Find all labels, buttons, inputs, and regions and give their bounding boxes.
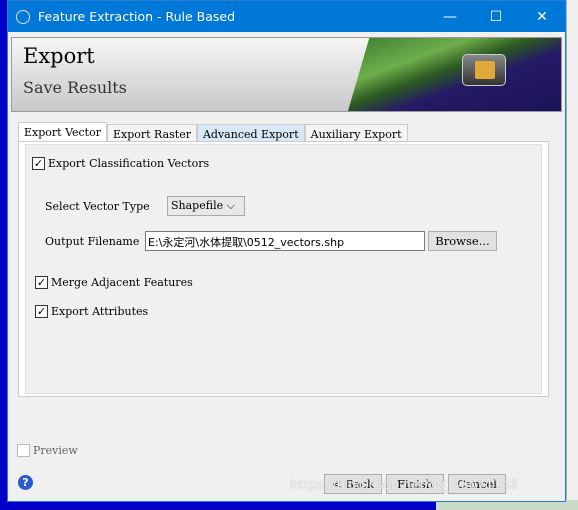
- preview-checkbox[interactable]: Preview: [17, 444, 78, 457]
- vector-type-label: Select Vector Type: [45, 200, 150, 213]
- checkbox-label: Export Classification Vectors: [48, 157, 210, 170]
- merge-adjacent-features-checkbox[interactable]: ✓ Merge Adjacent Features: [35, 276, 193, 289]
- export-classification-vectors-checkbox[interactable]: ✓ Export Classification Vectors: [32, 157, 209, 170]
- export-attributes-checkbox[interactable]: ✓ Export Attributes: [35, 305, 148, 318]
- checkbox-label: Preview: [33, 444, 78, 457]
- page-subtitle: Save Results: [23, 78, 127, 97]
- tab-advanced-export[interactable]: Advanced Export: [196, 124, 305, 142]
- folder-icon: [462, 54, 506, 86]
- checkbox-checked-icon: ✓: [35, 276, 48, 289]
- background-window: [566, 0, 578, 510]
- tab-panel: ✓ Export Classification Vectors Select V…: [18, 141, 549, 397]
- tab-bar: Export Vector Export Raster Advanced Exp…: [18, 122, 408, 142]
- tab-export-vector[interactable]: Export Vector: [18, 122, 107, 142]
- checkbox-checked-icon: ✓: [35, 305, 48, 318]
- maximize-button[interactable]: ☐: [473, 9, 519, 25]
- help-icon[interactable]: ?: [18, 475, 33, 490]
- tab-auxiliary-export[interactable]: Auxiliary Export: [304, 124, 408, 142]
- checkbox-unchecked-icon: [17, 444, 30, 457]
- browse-button[interactable]: Browse...: [428, 231, 497, 251]
- window-title: Feature Extraction - Rule Based: [38, 9, 236, 24]
- close-button[interactable]: ✕: [519, 9, 565, 25]
- checkbox-label: Merge Adjacent Features: [51, 276, 193, 289]
- watermark: https://blog.csdn.net/qq_46071146: [290, 478, 519, 493]
- banner-image: [348, 38, 561, 111]
- minimize-button[interactable]: —: [427, 9, 473, 25]
- title-bar: Feature Extraction - Rule Based — ☐ ✕: [8, 1, 565, 32]
- dialog-window: Feature Extraction - Rule Based — ☐ ✕ Ex…: [7, 0, 566, 502]
- app-icon: [16, 9, 30, 24]
- header-banner: Export Save Results: [11, 37, 562, 112]
- page-title: Export: [23, 44, 95, 68]
- tab-export-raster[interactable]: Export Raster: [106, 124, 197, 142]
- output-filename-label: Output Filename: [45, 235, 140, 248]
- vector-type-select[interactable]: Shapefile ⌵: [167, 196, 245, 216]
- output-filename-input[interactable]: E:\永定河\水体提取\0512_vectors.shp: [145, 231, 425, 251]
- checkbox-label: Export Attributes: [51, 305, 149, 318]
- checkbox-checked-icon: ✓: [32, 157, 45, 170]
